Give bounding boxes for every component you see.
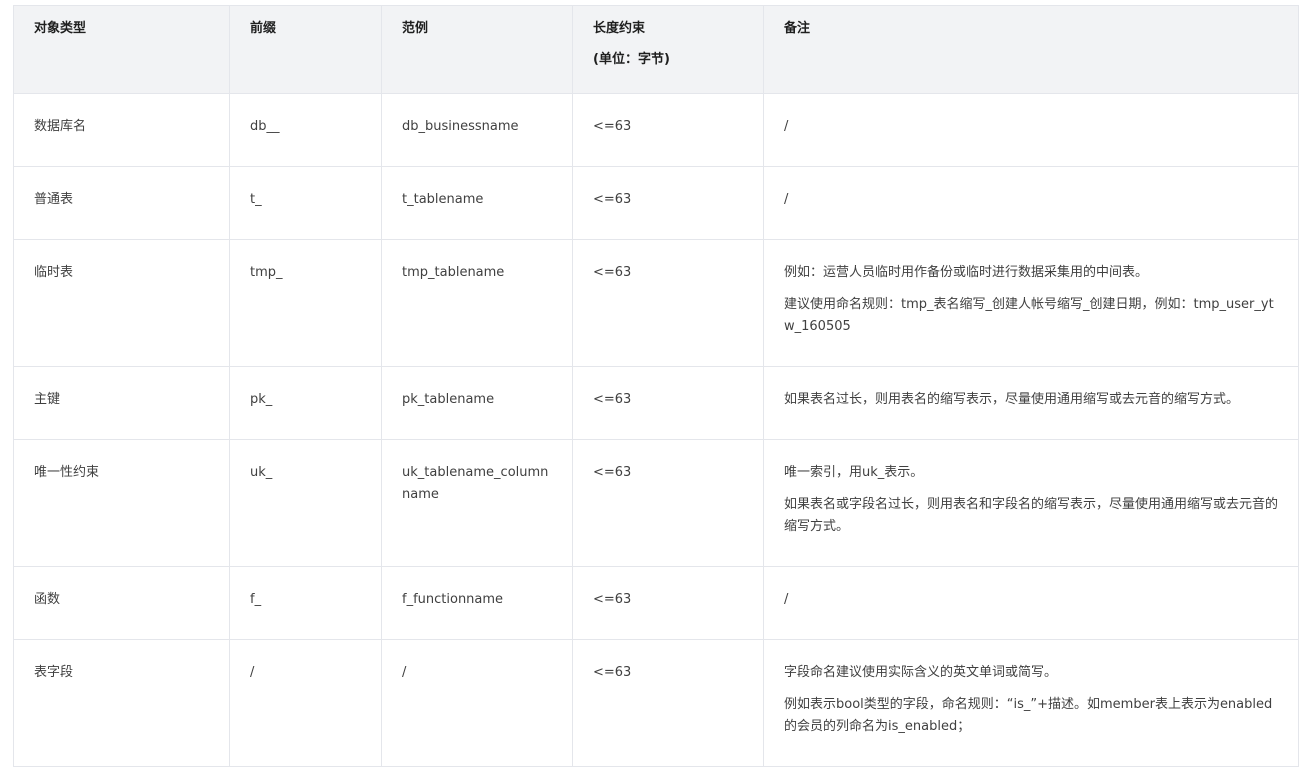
cell-note: 例如：运营人员临时用作备份或临时进行数据采集用的中间表。建议使用命名规则：tmp… [763, 239, 1299, 367]
cell-note: / [763, 566, 1299, 640]
cell-note: 如果表名过长，则用表名的缩写表示，尽量使用通用缩写或去元音的缩写方式。 [763, 366, 1299, 440]
cell-example: t_tablename [381, 166, 573, 240]
cell-object-type: 普通表 [13, 166, 230, 240]
header-row: 对象类型 前缀 范例 长度约束 (单位：字节) 备注 [13, 5, 1299, 94]
header-length: 长度约束 (单位：字节) [572, 5, 764, 94]
table-body: 数据库名 db__ db_businessname <=63/普通表 t_ t_table… [13, 93, 1299, 767]
cell-example: f_functionname [381, 566, 573, 640]
cell-object-type: 临时表 [13, 239, 230, 367]
cell-example: uk_tablename_columnname [381, 439, 573, 567]
note-line: / [784, 119, 789, 134]
cell-length: <=63 [572, 239, 764, 367]
header-length-label: 长度约束 [593, 21, 646, 36]
table-row: 临时表 tmp_ tmp_tablename <=63 例如：运营人员临时用作备份或临时… [13, 239, 1299, 367]
cell-object-type: 表字段 [13, 639, 230, 767]
table-row: 普通表 t_ t_tablename <=63 / [13, 166, 1299, 240]
cell-length: <=63 [572, 166, 764, 240]
naming-rules-table-container: 对象类型 前缀 范例 长度约束 (单位：字节) 备注 数据库名 db__ db_bu… [13, 5, 1299, 767]
table-row: 主键 pk_ pk_tablename <=63 如果表名过长，则用表名的缩写表示，尽量… [13, 366, 1299, 440]
note-line: 唯一索引，用uk_表示。 [784, 465, 924, 480]
cell-example: pk_tablename [381, 366, 573, 440]
cell-object-type: 数据库名 [13, 93, 230, 167]
cell-object-type: 唯一性约束 [13, 439, 230, 567]
cell-prefix: f_ [229, 566, 382, 640]
cell-prefix: t_ [229, 166, 382, 240]
cell-example: db_businessname [381, 93, 573, 167]
header-note: 备注 [763, 5, 1299, 94]
note-line: 例如：运营人员临时用作备份或临时进行数据采集用的中间表。 [784, 265, 1149, 280]
cell-note: / [763, 166, 1299, 240]
header-example: 范例 [381, 5, 573, 94]
cell-object-type: 主键 [13, 366, 230, 440]
cell-object-type: 函数 [13, 566, 230, 640]
cell-length: <=63 [572, 366, 764, 440]
cell-note: 字段命名建议使用实际含义的英文单词或简写。例如表示bool类型的字段，命名规则：… [763, 639, 1299, 767]
note-line: 如果表名或字段名过长，则用表名和字段名的缩写表示，尽量使用通用缩写或去元音的缩写… [784, 497, 1279, 534]
cell-prefix: tmp_ [229, 239, 382, 367]
cell-prefix: db__ [229, 93, 382, 167]
note-line: 字段命名建议使用实际含义的英文单词或简写。 [784, 665, 1058, 680]
cell-note: / [763, 93, 1299, 167]
cell-example: / [381, 639, 573, 767]
header-object-type: 对象类型 [13, 5, 230, 94]
note-line: 建议使用命名规则：tmp_表名缩写_创建人帐号缩写_创建日期，例如：tmp_us… [784, 297, 1274, 334]
naming-rules-table: 对象类型 前缀 范例 长度约束 (单位：字节) 备注 数据库名 db__ db_bu… [13, 5, 1299, 767]
cell-prefix: uk_ [229, 439, 382, 567]
note-line: / [784, 192, 789, 207]
table-row: 唯一性约束 uk_ uk_tablename_columnname <=63 唯一索引，… [13, 439, 1299, 567]
note-line: 例如表示bool类型的字段，命名规则：“is_”+描述。如member表上表示为… [784, 697, 1273, 734]
note-line: / [784, 592, 789, 607]
cell-example: tmp_tablename [381, 239, 573, 367]
header-prefix: 前缀 [229, 5, 382, 94]
header-length-unit: (单位：字节) [593, 52, 670, 67]
table-header: 对象类型 前缀 范例 长度约束 (单位：字节) 备注 [13, 5, 1299, 94]
table-row: 函数 f_ f_functionname <=63 / [13, 566, 1299, 640]
note-line: 如果表名过长，则用表名的缩写表示，尽量使用通用缩写或去元音的缩写方式。 [784, 392, 1240, 407]
table-row: 表字段 / / <=63 字段命名建议使用实际含义的英文单词或简写。 例如表示bool类型… [13, 639, 1299, 767]
cell-prefix: / [229, 639, 382, 767]
cell-length: <=63 [572, 439, 764, 567]
cell-prefix: pk_ [229, 366, 382, 440]
cell-length: <=63 [572, 93, 764, 167]
cell-length: <=63 [572, 566, 764, 640]
cell-length: <=63 [572, 639, 764, 767]
cell-note: 唯一索引，用uk_表示。如果表名或字段名过长，则用表名和字段名的缩写表示，尽量使… [763, 439, 1299, 567]
table-row: 数据库名 db__ db_businessname <=63 / [13, 93, 1299, 167]
